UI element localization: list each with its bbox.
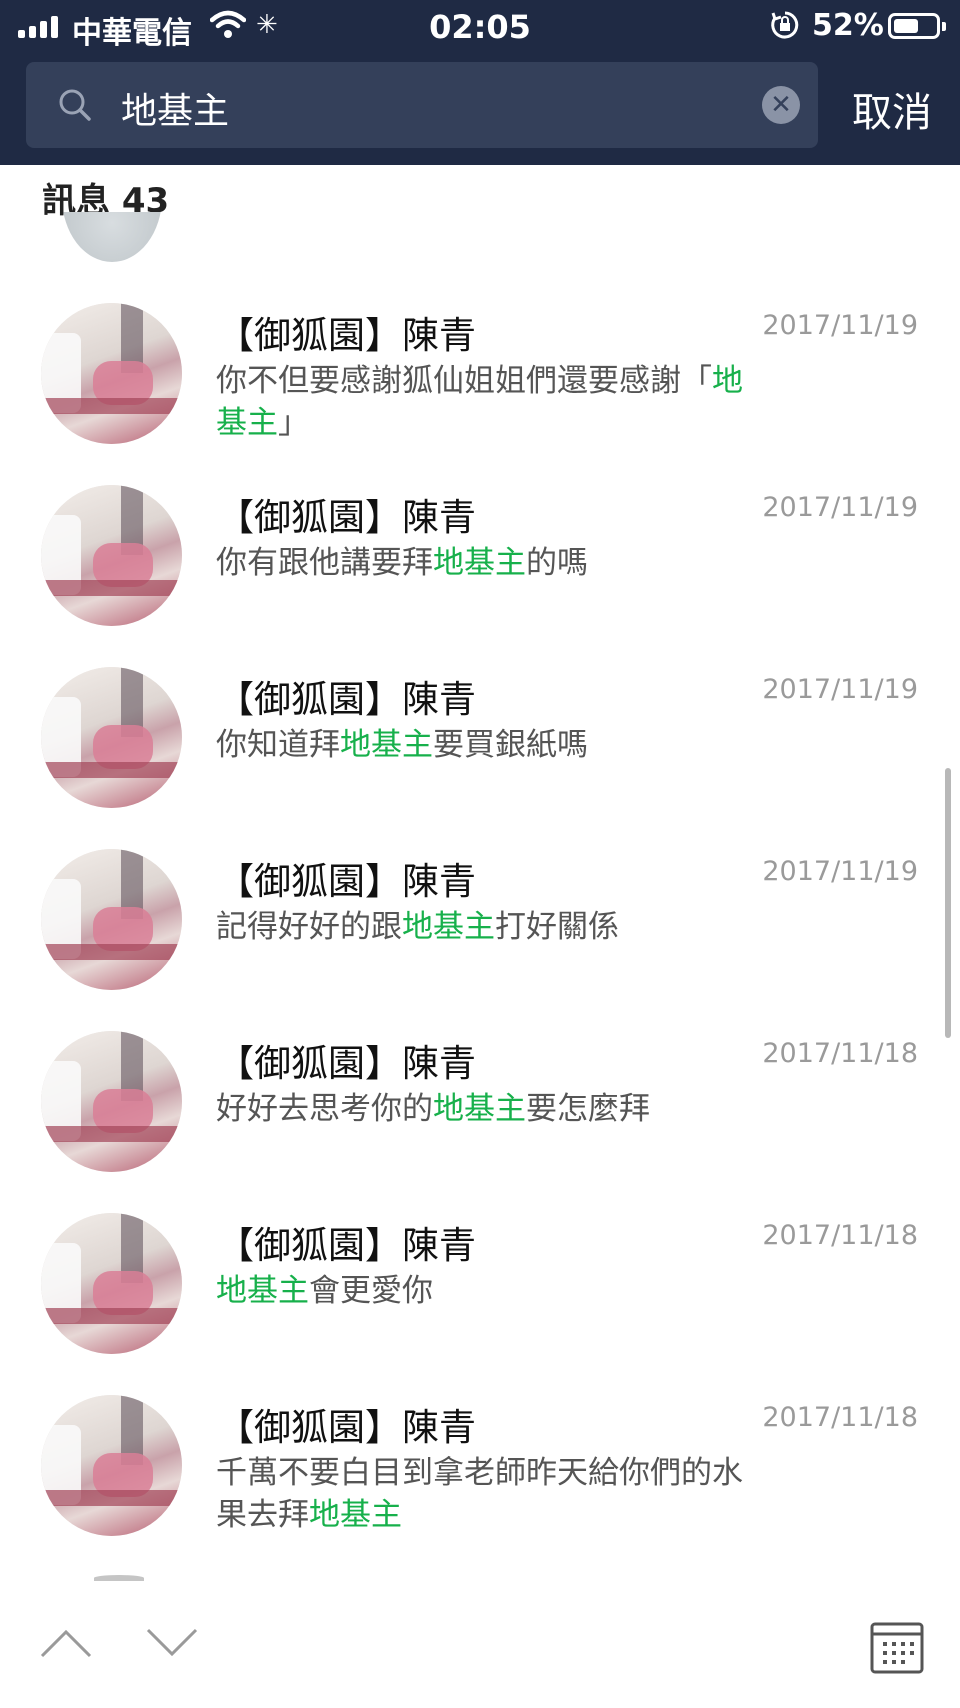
chevron-up-icon[interactable] [40, 1628, 92, 1658]
battery-icon [888, 13, 946, 39]
list-item[interactable]: 【御狐園】陳青 2017/11/18 好好去思考你的地基主要怎麼拜 [0, 988, 960, 1172]
message-text: 你有跟他講要拜 [216, 545, 433, 581]
message-date: 2017/11/19 [762, 492, 918, 523]
search-icon [59, 89, 91, 121]
message-preview: 好好去思考你的地基主要怎麼拜 [216, 1088, 746, 1130]
header: 中華電信 ✳ 02:05 52% 地基主 ✕ 取消 [0, 0, 960, 165]
message-preview: 你有跟他講要拜地基主的嗎 [216, 542, 746, 584]
highlighted-keyword: 地基主 [402, 909, 495, 945]
message-preview: 記得好好的跟地基主打好關係 [216, 906, 746, 948]
search-input[interactable]: 地基主 [121, 82, 229, 134]
avatar [41, 667, 182, 808]
avatar [41, 1395, 182, 1536]
avatar [41, 1031, 182, 1172]
message-date: 2017/11/18 [762, 1402, 918, 1433]
message-text: 你知道拜 [216, 727, 340, 763]
message-text: 的嗎 [526, 545, 588, 581]
status-bar: 中華電信 ✳ 02:05 52% [0, 0, 960, 54]
avatar [94, 1575, 144, 1581]
message-date: 2017/11/19 [762, 674, 918, 705]
message-text: 要怎麼拜 [526, 1091, 650, 1127]
sender-name: 【御狐園】陳青 [217, 1224, 476, 1267]
rotation-lock-icon [771, 11, 799, 39]
message-text: 要買銀紙嗎 [433, 727, 588, 763]
avatar [62, 212, 162, 264]
avatar [41, 485, 182, 626]
message-text: 」 [278, 405, 309, 441]
message-text: 你不但要感謝狐仙姐姐們還要感謝「 [216, 363, 712, 399]
calendar-icon[interactable] [870, 1620, 924, 1674]
sender-name: 【御狐園】陳青 [217, 678, 476, 721]
sender-name: 【御狐園】陳青 [217, 1042, 476, 1085]
message-text: 好好去思考你的 [216, 1091, 433, 1127]
highlighted-keyword: 地基主 [216, 1273, 309, 1309]
message-date: 2017/11/18 [762, 1220, 918, 1251]
battery-percent: 52% [812, 8, 884, 43]
avatar [41, 849, 182, 990]
highlighted-keyword: 地基主 [309, 1497, 402, 1533]
message-text: 打好關係 [495, 909, 619, 945]
cancel-button[interactable]: 取消 [852, 80, 932, 138]
message-date: 2017/11/19 [762, 856, 918, 887]
scrollbar[interactable] [945, 768, 951, 1038]
list-item[interactable]: 【御狐園】陳青 2017/11/19 你不但要感謝狐仙姐姐們還要感謝「地基主」 [0, 260, 960, 444]
avatar [41, 1213, 182, 1354]
highlighted-keyword: 地基主 [433, 545, 526, 581]
avatar [41, 303, 182, 444]
clear-icon[interactable]: ✕ [762, 86, 800, 124]
message-preview: 你知道拜地基主要買銀紙嗎 [216, 724, 746, 766]
message-text: 記得好好的跟 [216, 909, 402, 945]
sender-name: 【御狐園】陳青 [217, 1406, 476, 1449]
bottom-bar [0, 1585, 960, 1708]
message-date: 2017/11/18 [762, 1038, 918, 1069]
sender-name: 【御狐園】陳青 [217, 314, 476, 357]
chevron-down-icon[interactable] [146, 1628, 198, 1658]
sender-name: 【御狐園】陳青 [217, 860, 476, 903]
list-item[interactable]: 【御狐園】陳青 2017/11/18 千萬不要白目到拿老師昨天給你們的水果去拜地基主 [0, 1352, 960, 1536]
message-text: 會更愛你 [309, 1273, 433, 1309]
list-item[interactable]: 【御狐園】陳青 2017/11/19 你知道拜地基主要買銀紙嗎 [0, 624, 960, 808]
list-item[interactable]: 【御狐園】陳青 2017/11/19 記得好好的跟地基主打好關係 [0, 806, 960, 990]
highlighted-keyword: 地基主 [340, 727, 433, 763]
sender-name: 【御狐園】陳青 [217, 496, 476, 539]
list-item[interactable]: 【御狐園】陳青 2017/11/19 你有跟他講要拜地基主的嗎 [0, 442, 960, 626]
message-preview: 千萬不要白目到拿老師昨天給你們的水果去拜地基主 [216, 1452, 746, 1536]
search-box[interactable]: 地基主 ✕ [26, 62, 818, 148]
list-item[interactable]: 【御狐園】陳青 2017/11/18 地基主會更愛你 [0, 1170, 960, 1354]
highlighted-keyword: 地基主 [433, 1091, 526, 1127]
message-preview: 地基主會更愛你 [216, 1270, 746, 1312]
message-preview: 你不但要感謝狐仙姐姐們還要感謝「地基主」 [216, 360, 746, 444]
message-text: 千萬不要白目到拿老師昨天給你們的水果去拜 [216, 1455, 743, 1533]
message-date: 2017/11/19 [762, 310, 918, 341]
